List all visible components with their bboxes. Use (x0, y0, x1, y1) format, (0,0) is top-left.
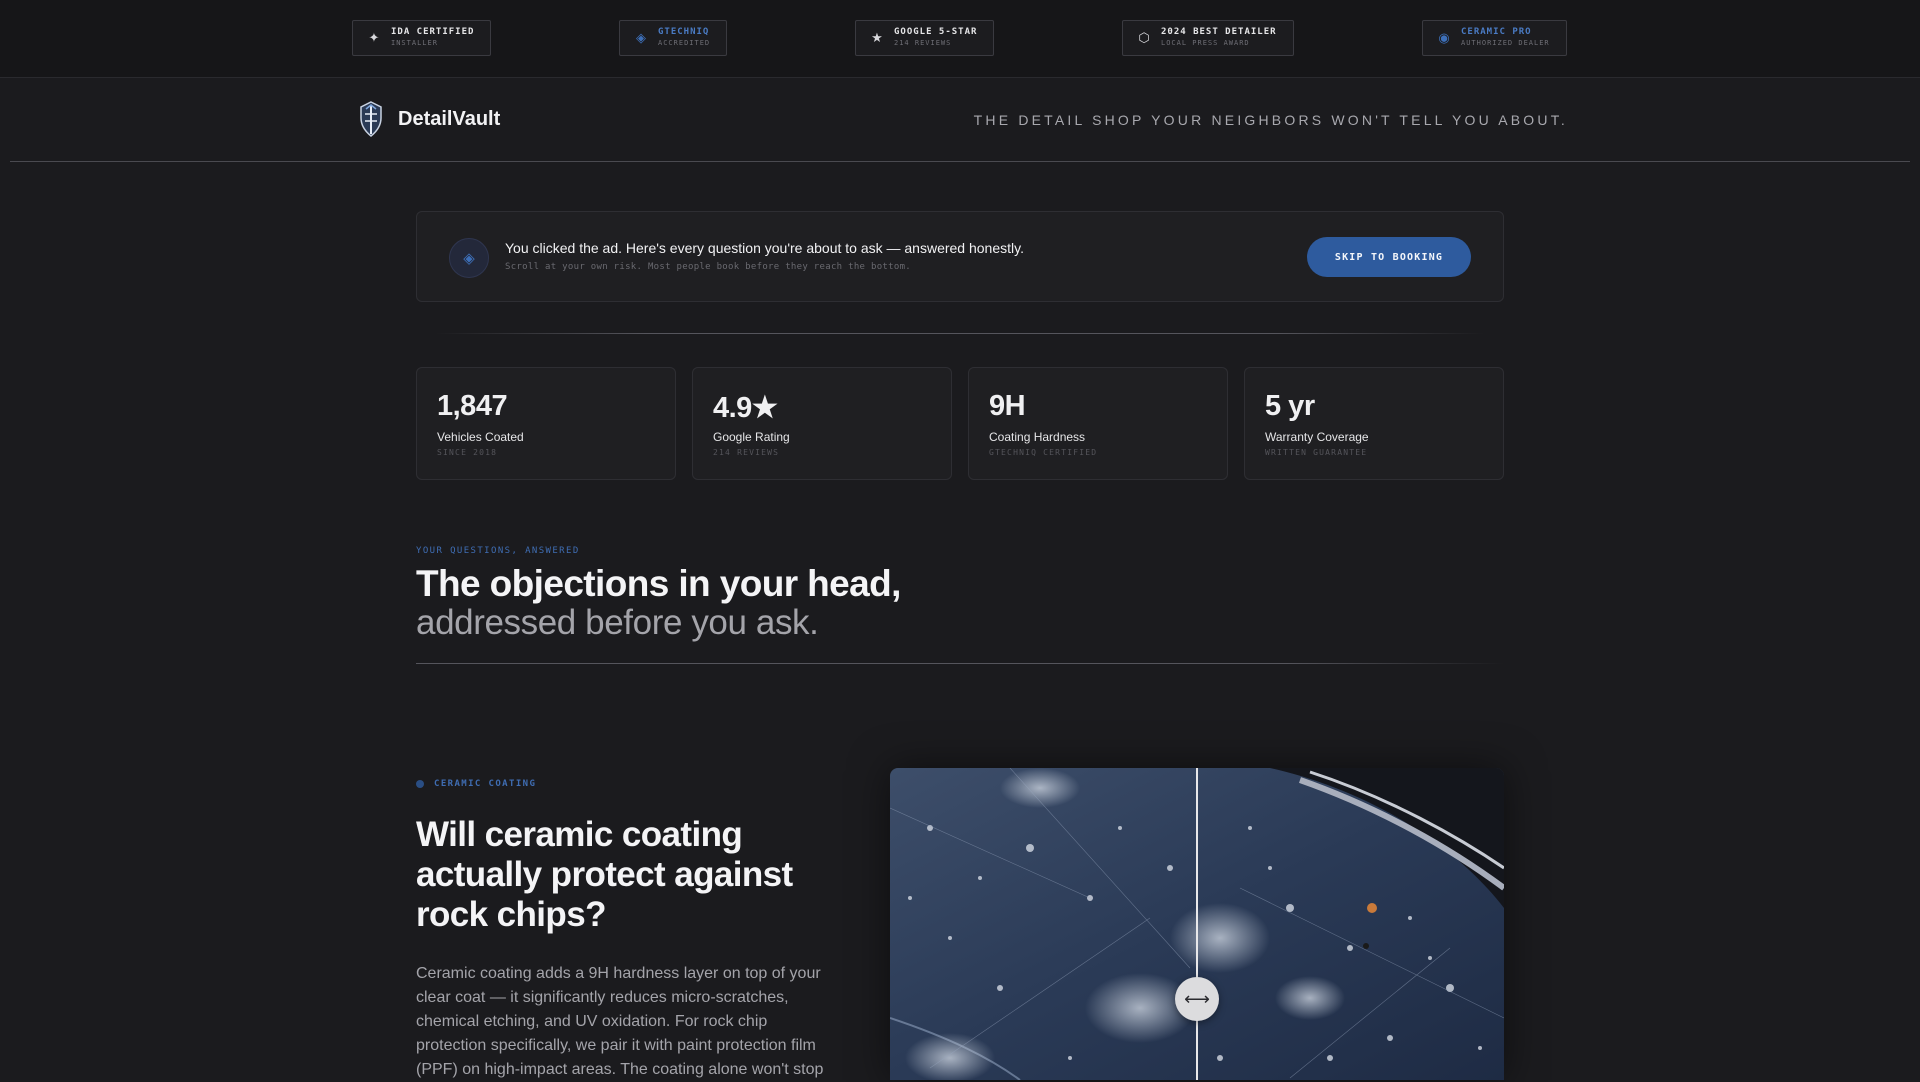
question-heading: Will ceramic coating actually protect ag… (416, 815, 793, 934)
category-label: CERAMIC COATING (434, 779, 537, 789)
badge-subtitle: ACCREDITED (658, 39, 711, 47)
header-tagline: THE DETAIL SHOP YOUR NEIGHBORS WON'T TEL… (973, 112, 1568, 128)
stat-label: Google Rating (713, 430, 790, 444)
badge-title: GOOGLE 5-STAR (894, 27, 978, 37)
stat-card-rating: 4.9★ Google Rating 214 REVIEWS (692, 367, 952, 480)
section-eyebrow: YOUR QUESTIONS, ANSWERED (416, 546, 580, 556)
brand-name: DetailVault (398, 107, 501, 130)
circle-icon: ◉ (1438, 30, 1450, 45)
stat-sublabel: SINCE 2018 (437, 448, 498, 457)
stat-label: Coating Hardness (989, 430, 1086, 444)
badge-subtitle: INSTALLER (391, 39, 438, 47)
trust-bar: ✦ IDA CERTIFIED INSTALLER ◈ GTECHNIQ ACC… (0, 0, 1920, 78)
trust-badge-gtechniq: ◈ GTECHNIQ ACCREDITED (619, 20, 728, 56)
stat-label: Vehicles Coated (437, 430, 524, 444)
diamond-icon: ◈ (449, 238, 489, 278)
trust-badge-ida: ✦ IDA CERTIFIED INSTALLER (352, 20, 492, 56)
trust-badge-award: ⬡ 2024 BEST DETAILER LOCAL PRESS AWARD (1122, 20, 1294, 56)
trust-badge-google: ★ GOOGLE 5-STAR 214 REVIEWS (855, 20, 995, 56)
stat-label: Warranty Coverage (1265, 430, 1369, 444)
badge-subtitle: AUTHORIZED DEALER (1461, 39, 1550, 47)
comparison-slider-handle[interactable]: ⟷ (1175, 977, 1219, 1021)
banner-title: You clicked the ad. Here's every questio… (505, 240, 1024, 256)
badge-subtitle: LOCAL PRESS AWARD (1161, 39, 1250, 47)
trust-badge-ceramic-pro: ◉ CERAMIC PRO AUTHORIZED DEALER (1422, 20, 1567, 56)
brand-logo[interactable]: DetailVault (356, 100, 500, 138)
stat-value: 4.9★ (713, 392, 778, 424)
badge-title: 2024 BEST DETAILER (1161, 27, 1277, 37)
stat-value: 5 yr (1265, 390, 1315, 422)
stat-value: 1,847 (437, 390, 508, 422)
badge-title: CERAMIC PRO (1461, 27, 1532, 37)
site-header: DetailVault THE DETAIL SHOP YOUR NEIGHBO… (10, 78, 1910, 162)
divider (416, 663, 1504, 664)
hexagon-icon: ⬡ (1138, 30, 1150, 45)
stat-sublabel: WRITTEN GUARANTEE (1265, 448, 1368, 457)
badge-subtitle: 214 REVIEWS (894, 39, 952, 47)
sparkle-icon: ✦ (368, 30, 380, 45)
section-heading: The objections in your head, (416, 563, 901, 604)
stat-card-hardness: 9H Coating Hardness GTECHNIQ CERTIFIED (968, 367, 1228, 480)
category-tag: CERAMIC COATING (416, 779, 536, 789)
comparison-divider[interactable] (1196, 768, 1198, 1080)
dot-icon (416, 780, 424, 788)
skip-to-booking-button[interactable]: SKIP TO BOOKING (1307, 237, 1471, 277)
section-subheading: addressed before you ask. (416, 603, 819, 642)
diamond-icon: ◈ (636, 30, 646, 45)
answer-text: Ceramic coating adds a 9H hardness layer… (416, 965, 824, 1078)
banner-subtitle: Scroll at your own risk. Most people boo… (505, 262, 912, 272)
stat-value: 9H (989, 390, 1026, 422)
before-after-comparison[interactable]: ⟷ (890, 768, 1504, 1080)
shield-logo-icon (360, 101, 382, 137)
star-icon: ★ (871, 30, 883, 45)
badge-title: GTECHNIQ (658, 27, 710, 37)
stat-sublabel: GTECHNIQ CERTIFIED (989, 448, 1098, 457)
stat-sublabel: 214 REVIEWS (713, 448, 780, 457)
ad-notice-banner: ◈ You clicked the ad. Here's every quest… (416, 211, 1504, 302)
divider (436, 333, 1484, 334)
stat-card-vehicles: 1,847 Vehicles Coated SINCE 2018 (416, 367, 676, 480)
stat-card-warranty: 5 yr Warranty Coverage WRITTEN GUARANTEE (1244, 367, 1504, 480)
badge-title: IDA CERTIFIED (391, 27, 475, 37)
